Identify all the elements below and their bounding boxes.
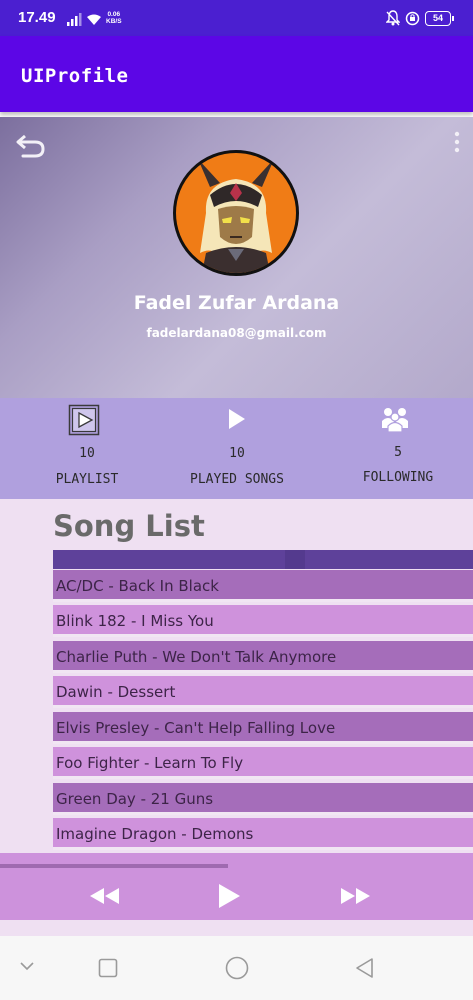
people-icon [382,408,408,433]
song-row[interactable]: Green Day - 21 Guns [53,783,473,815]
song-row[interactable]: Foo Fighter - Learn To Fly [53,747,473,779]
song-list-title: Song List [53,509,205,543]
stat-playlist-count: 10 [79,446,95,461]
network-speed-value: 0.06 [107,11,121,18]
nav-home-icon[interactable] [225,956,249,980]
stat-playlist[interactable]: 10 PLAYLIST [22,398,152,499]
stat-played-songs[interactable]: 10 PLAYED SONGS [172,398,302,499]
avatar [173,150,299,276]
stat-following-label: FOLLOWING [362,470,434,485]
back-icon[interactable] [15,132,47,160]
fast-forward-icon[interactable] [339,880,371,912]
system-nav-bar [0,936,473,1000]
stat-following[interactable]: 5 FOLLOWING [333,398,463,499]
alarm-icon [405,11,420,26]
stat-played-songs-label: PLAYED SONGS [190,472,284,487]
song-row[interactable]: Imagine Dragon - Demons [53,818,473,850]
song-list-header-bar [53,550,473,569]
network-speed-unit: KB/S [106,18,122,25]
song-row[interactable]: Blink 182 - I Miss You [53,605,473,637]
song-row[interactable]: AC/DC - Back In Black [53,570,473,602]
battery-icon: 54 [425,11,454,26]
bell-off-icon [386,10,400,26]
status-bar: 17.49 0.06 KB/S 54 [0,0,473,36]
app-title: UIProfile [21,65,129,87]
profile-email: fadelardana08@gmail.com [146,326,327,340]
stat-played-songs-count: 10 [229,446,245,461]
avatar-icon [198,159,274,273]
song-row[interactable]: Elvis Presley - Can't Help Falling Love [53,712,473,744]
playlist-icon [68,404,100,436]
nav-down-icon[interactable] [20,961,34,971]
player-gap [0,920,473,936]
more-options-icon[interactable] [450,129,464,157]
signal-icon [67,13,82,26]
app-bar: UIProfile [0,36,473,112]
profile-name: Fadel Zufar Ardana [133,292,340,314]
song-row[interactable]: Charlie Puth - We Don't Talk Anymore [53,641,473,673]
stat-playlist-label: PLAYLIST [55,472,119,487]
nav-recents-icon[interactable] [98,958,118,978]
stat-following-count: 5 [394,445,402,460]
status-time: 17.49 [18,9,56,26]
network-speed: 0.06 KB/S [106,11,122,25]
wifi-icon [87,14,101,25]
play-icon [229,409,245,429]
song-row[interactable]: Dawin - Dessert [53,676,473,708]
progress-bar[interactable] [0,864,228,868]
stats-bar: 10 PLAYLIST 10 PLAYED SONGS 5 FOLLOWING [0,398,473,499]
nav-back-icon[interactable] [354,957,376,979]
rewind-icon[interactable] [89,880,121,912]
play-icon[interactable] [216,880,242,912]
